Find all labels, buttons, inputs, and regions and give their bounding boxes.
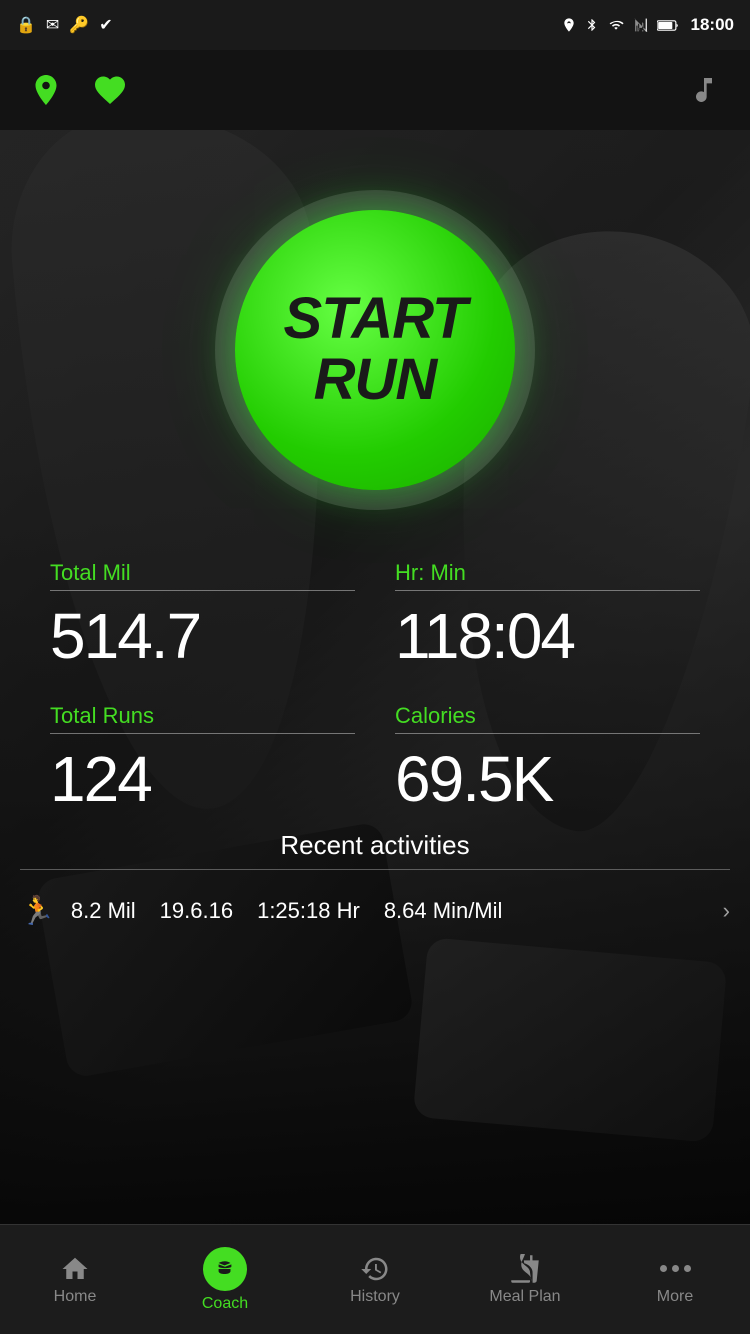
nav-label-more: More: [657, 1288, 693, 1306]
hr-min-label: Hr: Min: [395, 560, 700, 586]
recent-activities-section: Recent activities 🏃 8.2 Mil 19.6.16 1:25…: [0, 830, 750, 935]
calories-label: Calories: [395, 703, 700, 729]
coach-badge-circle: [203, 1247, 247, 1291]
total-mil-label: Total Mil: [50, 560, 355, 586]
stat-divider-4: [395, 733, 700, 734]
stat-total-runs: Total Runs 124: [30, 693, 375, 836]
nav-label-meal-plan: Meal Plan: [489, 1288, 560, 1306]
total-mil-value: 514.7: [50, 599, 355, 673]
gmail-icon: ✉: [46, 15, 59, 35]
stat-divider-3: [50, 733, 355, 734]
status-icons-left: 🔒 ✉ 🔑 ✔: [16, 15, 113, 35]
nav-item-meal-plan[interactable]: Meal Plan: [450, 1225, 600, 1334]
lock-icon: 🔒: [16, 15, 36, 35]
activity-duration: 1:25:18 Hr: [257, 898, 360, 924]
wifi-icon: [607, 18, 625, 32]
gps-icon: [561, 17, 577, 33]
coach-hat-icon: [214, 1258, 236, 1280]
meal-plan-icon: [510, 1254, 540, 1284]
stat-divider-1: [50, 590, 355, 591]
total-runs-label: Total Runs: [50, 703, 355, 729]
total-runs-value: 124: [50, 742, 355, 816]
activity-row-1[interactable]: 🏃 8.2 Mil 19.6.16 1:25:18 Hr 8.64 Min/Mi…: [20, 886, 730, 935]
start-run-area: START RUN: [215, 190, 535, 510]
activity-date: 19.6.16: [160, 898, 233, 924]
location-button[interactable]: [24, 68, 68, 112]
recent-divider: [20, 869, 730, 870]
hr-min-value: 118:04: [395, 599, 700, 673]
history-icon: [360, 1254, 390, 1284]
calories-value: 69.5K: [395, 742, 700, 816]
activity-data: 8.2 Mil 19.6.16 1:25:18 Hr 8.64 Min/Mil: [71, 898, 707, 924]
more-dots-icon: [660, 1254, 691, 1284]
check-icon: ✔: [99, 15, 112, 35]
signal-icon: [633, 18, 649, 32]
stats-grid: Total Mil 514.7 Hr: Min 118:04 Total Run…: [0, 550, 750, 836]
home-icon: [60, 1254, 90, 1284]
activity-pace: 8.64 Min/Mil: [384, 898, 503, 924]
status-icons-right: 18:00: [561, 15, 734, 35]
key-icon: 🔑: [69, 15, 89, 35]
start-run-outer-ring: START RUN: [215, 190, 535, 510]
coach-badge: [203, 1247, 247, 1291]
nav-label-home: Home: [54, 1288, 97, 1306]
time-display: 18:00: [691, 15, 734, 35]
start-run-button[interactable]: START RUN: [235, 210, 515, 490]
stat-divider-2: [395, 590, 700, 591]
activity-distance: 8.2 Mil: [71, 898, 136, 924]
recent-activities-title: Recent activities: [20, 830, 730, 861]
top-left-icons: [24, 68, 132, 112]
runner-icon: 🏃: [20, 894, 55, 927]
top-action-bar: [0, 50, 750, 130]
bottom-navigation: Home Coach History Meal Plan: [0, 1224, 750, 1334]
chevron-right-icon: ›: [723, 898, 730, 924]
nav-label-coach: Coach: [202, 1295, 248, 1313]
stat-hr-min: Hr: Min 118:04: [375, 550, 720, 693]
heart-button[interactable]: [88, 68, 132, 112]
nav-item-history[interactable]: History: [300, 1225, 450, 1334]
music-button[interactable]: [682, 68, 726, 112]
bluetooth-icon: [585, 17, 599, 33]
main-content: START RUN Total Mil 514.7 Hr: Min 118:04…: [0, 130, 750, 1230]
nav-item-more[interactable]: More: [600, 1225, 750, 1334]
battery-icon: [657, 19, 679, 32]
nav-item-coach[interactable]: Coach: [150, 1225, 300, 1334]
nav-label-history: History: [350, 1288, 400, 1306]
stat-total-mil: Total Mil 514.7: [30, 550, 375, 693]
start-run-line1: START: [284, 289, 467, 350]
status-bar: 🔒 ✉ 🔑 ✔ 18:00: [0, 0, 750, 50]
nav-item-home[interactable]: Home: [0, 1225, 150, 1334]
stat-calories: Calories 69.5K: [375, 693, 720, 836]
start-run-line2: RUN: [314, 350, 437, 411]
